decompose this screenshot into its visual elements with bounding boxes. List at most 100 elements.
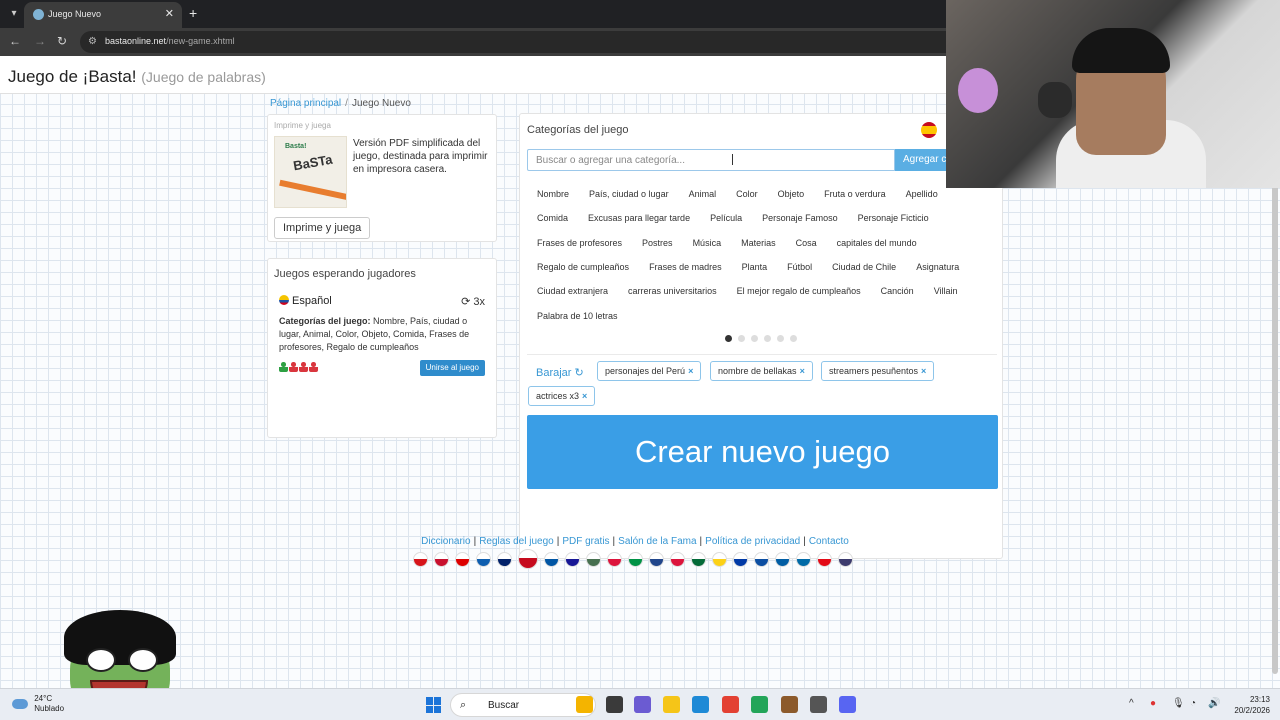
remove-tag-icon[interactable]: × xyxy=(582,391,587,401)
close-tab-icon[interactable]: ✕ xyxy=(165,7,174,20)
category-suggestion[interactable]: Color xyxy=(726,185,768,205)
category-suggestion[interactable]: Regalo de cumpleaños xyxy=(527,258,639,278)
new-tab-button[interactable]: + xyxy=(189,5,197,21)
join-game-button[interactable]: Unirse al juego xyxy=(419,360,485,376)
category-suggestion[interactable]: capitales del mundo xyxy=(827,234,927,254)
taskbar-app-icon[interactable] xyxy=(606,696,623,713)
category-suggestion[interactable]: País, ciudad o lugar xyxy=(579,185,679,205)
remove-tag-icon[interactable]: × xyxy=(688,366,693,376)
category-suggestion[interactable]: Canción xyxy=(871,282,924,302)
volume-icon[interactable]: 🔊 xyxy=(1208,698,1220,709)
category-suggestion[interactable]: El mejor regalo de cumpleaños xyxy=(727,282,871,302)
pager-dot[interactable] xyxy=(751,335,758,342)
tray-app-icon[interactable]: ● xyxy=(1150,698,1156,709)
language-flag-icon[interactable] xyxy=(497,552,512,567)
windows-start-icon[interactable] xyxy=(426,697,442,713)
category-suggestion[interactable]: Frases de madres xyxy=(639,258,732,278)
spain-flag-icon[interactable] xyxy=(921,122,937,138)
language-flag-icon[interactable] xyxy=(754,552,769,567)
address-bar[interactable]: ⚙ bastaonline.net/new-game.xhtml xyxy=(80,31,960,53)
category-suggestion[interactable]: Ciudad extranjera xyxy=(527,282,618,302)
pager-dot[interactable] xyxy=(777,335,784,342)
footer-link[interactable]: Contacto xyxy=(809,536,849,547)
language-flag-icon[interactable] xyxy=(775,552,790,567)
language-flag-icon[interactable] xyxy=(712,552,727,567)
print-thumbnail-image[interactable]: Basta! BaSTa xyxy=(274,136,347,208)
clock[interactable]: 23:13 20/2/2026 xyxy=(1230,694,1270,716)
print-and-play-button[interactable]: Imprime y juega xyxy=(274,217,371,239)
page-scrollbar[interactable] xyxy=(1272,114,1278,674)
category-suggestion[interactable]: Música xyxy=(683,234,732,254)
taskbar-app-icon[interactable] xyxy=(663,696,680,713)
pager-dot[interactable] xyxy=(790,335,797,342)
category-suggestion[interactable]: Objeto xyxy=(768,185,815,205)
footer-link[interactable]: PDF gratis xyxy=(562,536,609,547)
taskbar-app-icon[interactable] xyxy=(692,696,709,713)
pager-dot[interactable] xyxy=(738,335,745,342)
taskbar-app-icon[interactable] xyxy=(576,696,593,713)
create-new-game-button[interactable]: Crear nuevo juego xyxy=(527,415,998,489)
language-flag-icon[interactable] xyxy=(838,552,853,567)
category-suggestion[interactable]: Película xyxy=(700,209,752,229)
category-suggestion[interactable]: Asignatura xyxy=(906,258,969,278)
language-flag-icon[interactable] xyxy=(586,552,601,567)
category-suggestion[interactable]: Apellido xyxy=(896,185,948,205)
remove-tag-icon[interactable]: × xyxy=(800,366,805,376)
taskbar-app-icon[interactable] xyxy=(781,696,798,713)
category-suggestion[interactable]: Nombre xyxy=(527,185,579,205)
taskbar-search[interactable]: ⌕ Buscar xyxy=(450,693,596,717)
taskbar-app-icon[interactable] xyxy=(634,696,651,713)
taskbar-app-icon[interactable] xyxy=(810,696,827,713)
footer-link[interactable]: Política de privacidad xyxy=(705,536,800,547)
browser-tab[interactable]: Juego Nuevo ✕ xyxy=(24,2,182,28)
language-flag-icon[interactable] xyxy=(607,552,622,567)
language-flag-icon[interactable] xyxy=(544,552,559,567)
reload-icon[interactable]: ↻ xyxy=(57,34,67,48)
category-suggestion[interactable]: Fútbol xyxy=(777,258,822,278)
pager-dot[interactable] xyxy=(725,335,732,342)
category-suggestion[interactable]: Palabra de 10 letras xyxy=(527,307,628,327)
tray-overflow-icon[interactable]: ^ xyxy=(1129,698,1134,709)
language-flag-icon[interactable] xyxy=(796,552,811,567)
category-suggestion[interactable]: Fruta o verdura xyxy=(814,185,896,205)
footer-link[interactable]: Salón de la Fama xyxy=(618,536,696,547)
category-suggestion[interactable]: Excusas para llegar tarde xyxy=(578,209,700,229)
microphone-icon[interactable]: 🎙 xyxy=(1172,698,1185,709)
language-flag-icon[interactable] xyxy=(455,552,470,567)
category-suggestion[interactable]: Materias xyxy=(731,234,786,254)
language-flag-icon[interactable] xyxy=(628,552,643,567)
category-suggestion[interactable]: Planta xyxy=(732,258,778,278)
shuffle-button[interactable]: Barajar ↻ xyxy=(536,366,584,379)
category-suggestion[interactable]: carreras universitarios xyxy=(618,282,727,302)
category-suggestion[interactable]: Postres xyxy=(632,234,683,254)
language-flag-icon[interactable] xyxy=(518,549,538,569)
forward-icon[interactable]: → xyxy=(34,34,46,48)
language-flag-icon[interactable] xyxy=(649,552,664,567)
category-suggestion[interactable]: Ciudad de Chile xyxy=(822,258,906,278)
wifi-icon[interactable]: ◔ xyxy=(1190,698,1196,709)
category-suggestion[interactable]: Comida xyxy=(527,209,578,229)
tab-list-icon[interactable]: ▾ xyxy=(6,6,22,22)
language-flag-icon[interactable] xyxy=(565,552,580,567)
back-icon[interactable]: ← xyxy=(9,34,21,48)
language-flag-icon[interactable] xyxy=(476,552,491,567)
taskbar-app-icon[interactable] xyxy=(751,696,768,713)
pager-dot[interactable] xyxy=(764,335,771,342)
footer-link[interactable]: Diccionario xyxy=(421,536,470,547)
breadcrumb-home-link[interactable]: Página principal xyxy=(270,98,341,109)
language-flag-icon[interactable] xyxy=(670,552,685,567)
language-flag-icon[interactable] xyxy=(691,552,706,567)
add-category-button[interactable]: Agregar c xyxy=(895,149,950,171)
category-suggestion[interactable]: Villain xyxy=(924,282,968,302)
taskbar-app-icon[interactable] xyxy=(839,696,856,713)
weather-widget[interactable]: 24°C Nublado xyxy=(12,694,64,714)
category-suggestion[interactable]: Personaje Famoso xyxy=(752,209,848,229)
language-flag-icon[interactable] xyxy=(733,552,748,567)
footer-link[interactable]: Reglas del juego xyxy=(479,536,554,547)
category-suggestion[interactable]: Cosa xyxy=(786,234,827,254)
category-suggestion[interactable]: Animal xyxy=(679,185,727,205)
taskbar-app-icon[interactable] xyxy=(722,696,739,713)
language-flag-icon[interactable] xyxy=(413,552,428,567)
category-suggestion[interactable]: Personaje Ficticio xyxy=(848,209,939,229)
category-suggestion[interactable]: Frases de profesores xyxy=(527,234,632,254)
